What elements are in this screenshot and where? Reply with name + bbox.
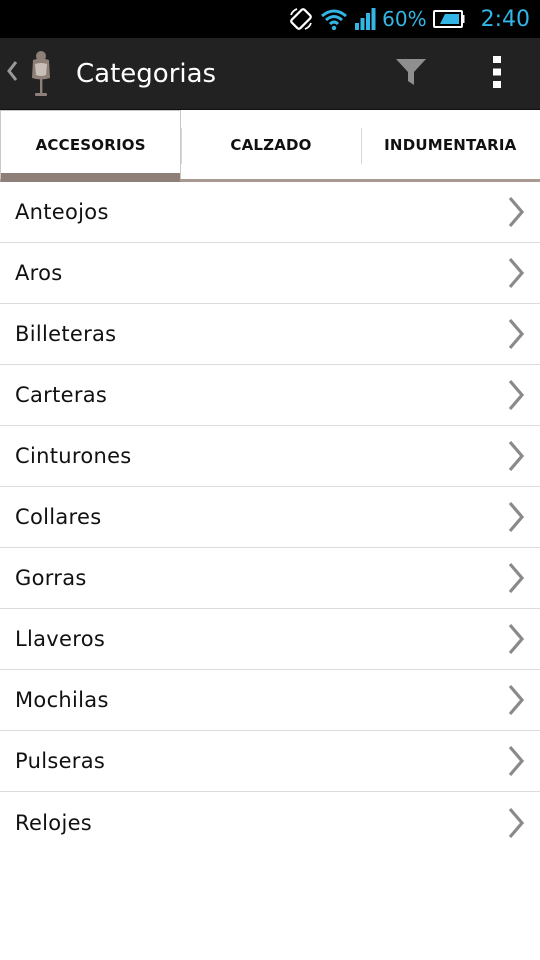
list-item-label: Relojes bbox=[15, 810, 93, 835]
list-item[interactable]: Pulseras bbox=[0, 731, 540, 792]
list-item-label: Anteojos bbox=[15, 200, 109, 224]
category-tabs: ACCESORIOS CALZADO INDUMENTARIA bbox=[0, 110, 540, 182]
clock: 2:40 bbox=[480, 6, 530, 32]
list-item[interactable]: Collares bbox=[0, 487, 540, 548]
chevron-right-icon bbox=[504, 682, 528, 718]
chevron-right-icon bbox=[504, 743, 528, 779]
chevron-right-icon bbox=[504, 560, 528, 596]
chevron-right-icon bbox=[504, 255, 528, 291]
status-bar: 60% 2:40 bbox=[0, 0, 540, 38]
list-item[interactable]: Carteras bbox=[0, 365, 540, 426]
tab-indumentaria[interactable]: INDUMENTARIA bbox=[360, 110, 540, 179]
list-item-label: Pulseras bbox=[15, 749, 106, 773]
chevron-right-icon bbox=[504, 316, 528, 352]
list-item-label: Carteras bbox=[15, 383, 108, 407]
tab-accesorios[interactable]: ACCESORIOS bbox=[0, 110, 182, 182]
list-item-label: Aros bbox=[15, 261, 63, 285]
list-item-label: Billeteras bbox=[15, 322, 117, 346]
list-item-label: Collares bbox=[15, 505, 102, 529]
list-item-label: Mochilas bbox=[15, 688, 109, 712]
action-bar: Categorias bbox=[0, 38, 540, 110]
chevron-right-icon bbox=[504, 194, 528, 230]
overflow-menu-icon bbox=[492, 55, 502, 93]
list-item-label: Llaveros bbox=[15, 627, 106, 651]
filter-button[interactable] bbox=[368, 38, 454, 110]
page-title: Categorias bbox=[76, 58, 217, 89]
chevron-right-icon bbox=[504, 499, 528, 535]
chevron-right-icon bbox=[504, 377, 528, 413]
app-logo-icon bbox=[24, 48, 58, 100]
chevron-right-icon bbox=[504, 438, 528, 474]
list-item[interactable]: Billeteras bbox=[0, 304, 540, 365]
category-list: Anteojos Aros Billeteras Carteras Cintur… bbox=[0, 182, 540, 853]
screen-rotation-icon bbox=[288, 6, 314, 32]
chevron-right-icon bbox=[504, 621, 528, 657]
list-item-label: Cinturones bbox=[15, 444, 132, 468]
list-item[interactable]: Cinturones bbox=[0, 426, 540, 487]
battery-percent: 60% bbox=[382, 7, 427, 31]
chevron-right-icon bbox=[504, 805, 528, 841]
list-item[interactable]: Aros bbox=[0, 243, 540, 304]
battery-icon bbox=[432, 9, 465, 29]
wifi-icon bbox=[320, 7, 348, 31]
list-item[interactable]: Gorras bbox=[0, 548, 540, 609]
overflow-menu-button[interactable] bbox=[454, 38, 540, 110]
signal-icon bbox=[354, 7, 376, 31]
list-item[interactable]: Relojes bbox=[0, 792, 540, 853]
back-chevron-icon bbox=[6, 60, 18, 87]
list-item-label: Gorras bbox=[15, 566, 87, 590]
filter-icon bbox=[395, 57, 427, 91]
tab-calzado[interactable]: CALZADO bbox=[181, 110, 360, 179]
list-item[interactable]: Llaveros bbox=[0, 609, 540, 670]
up-navigation-button[interactable] bbox=[0, 38, 58, 110]
list-item[interactable]: Anteojos bbox=[0, 182, 540, 243]
list-item[interactable]: Mochilas bbox=[0, 670, 540, 731]
